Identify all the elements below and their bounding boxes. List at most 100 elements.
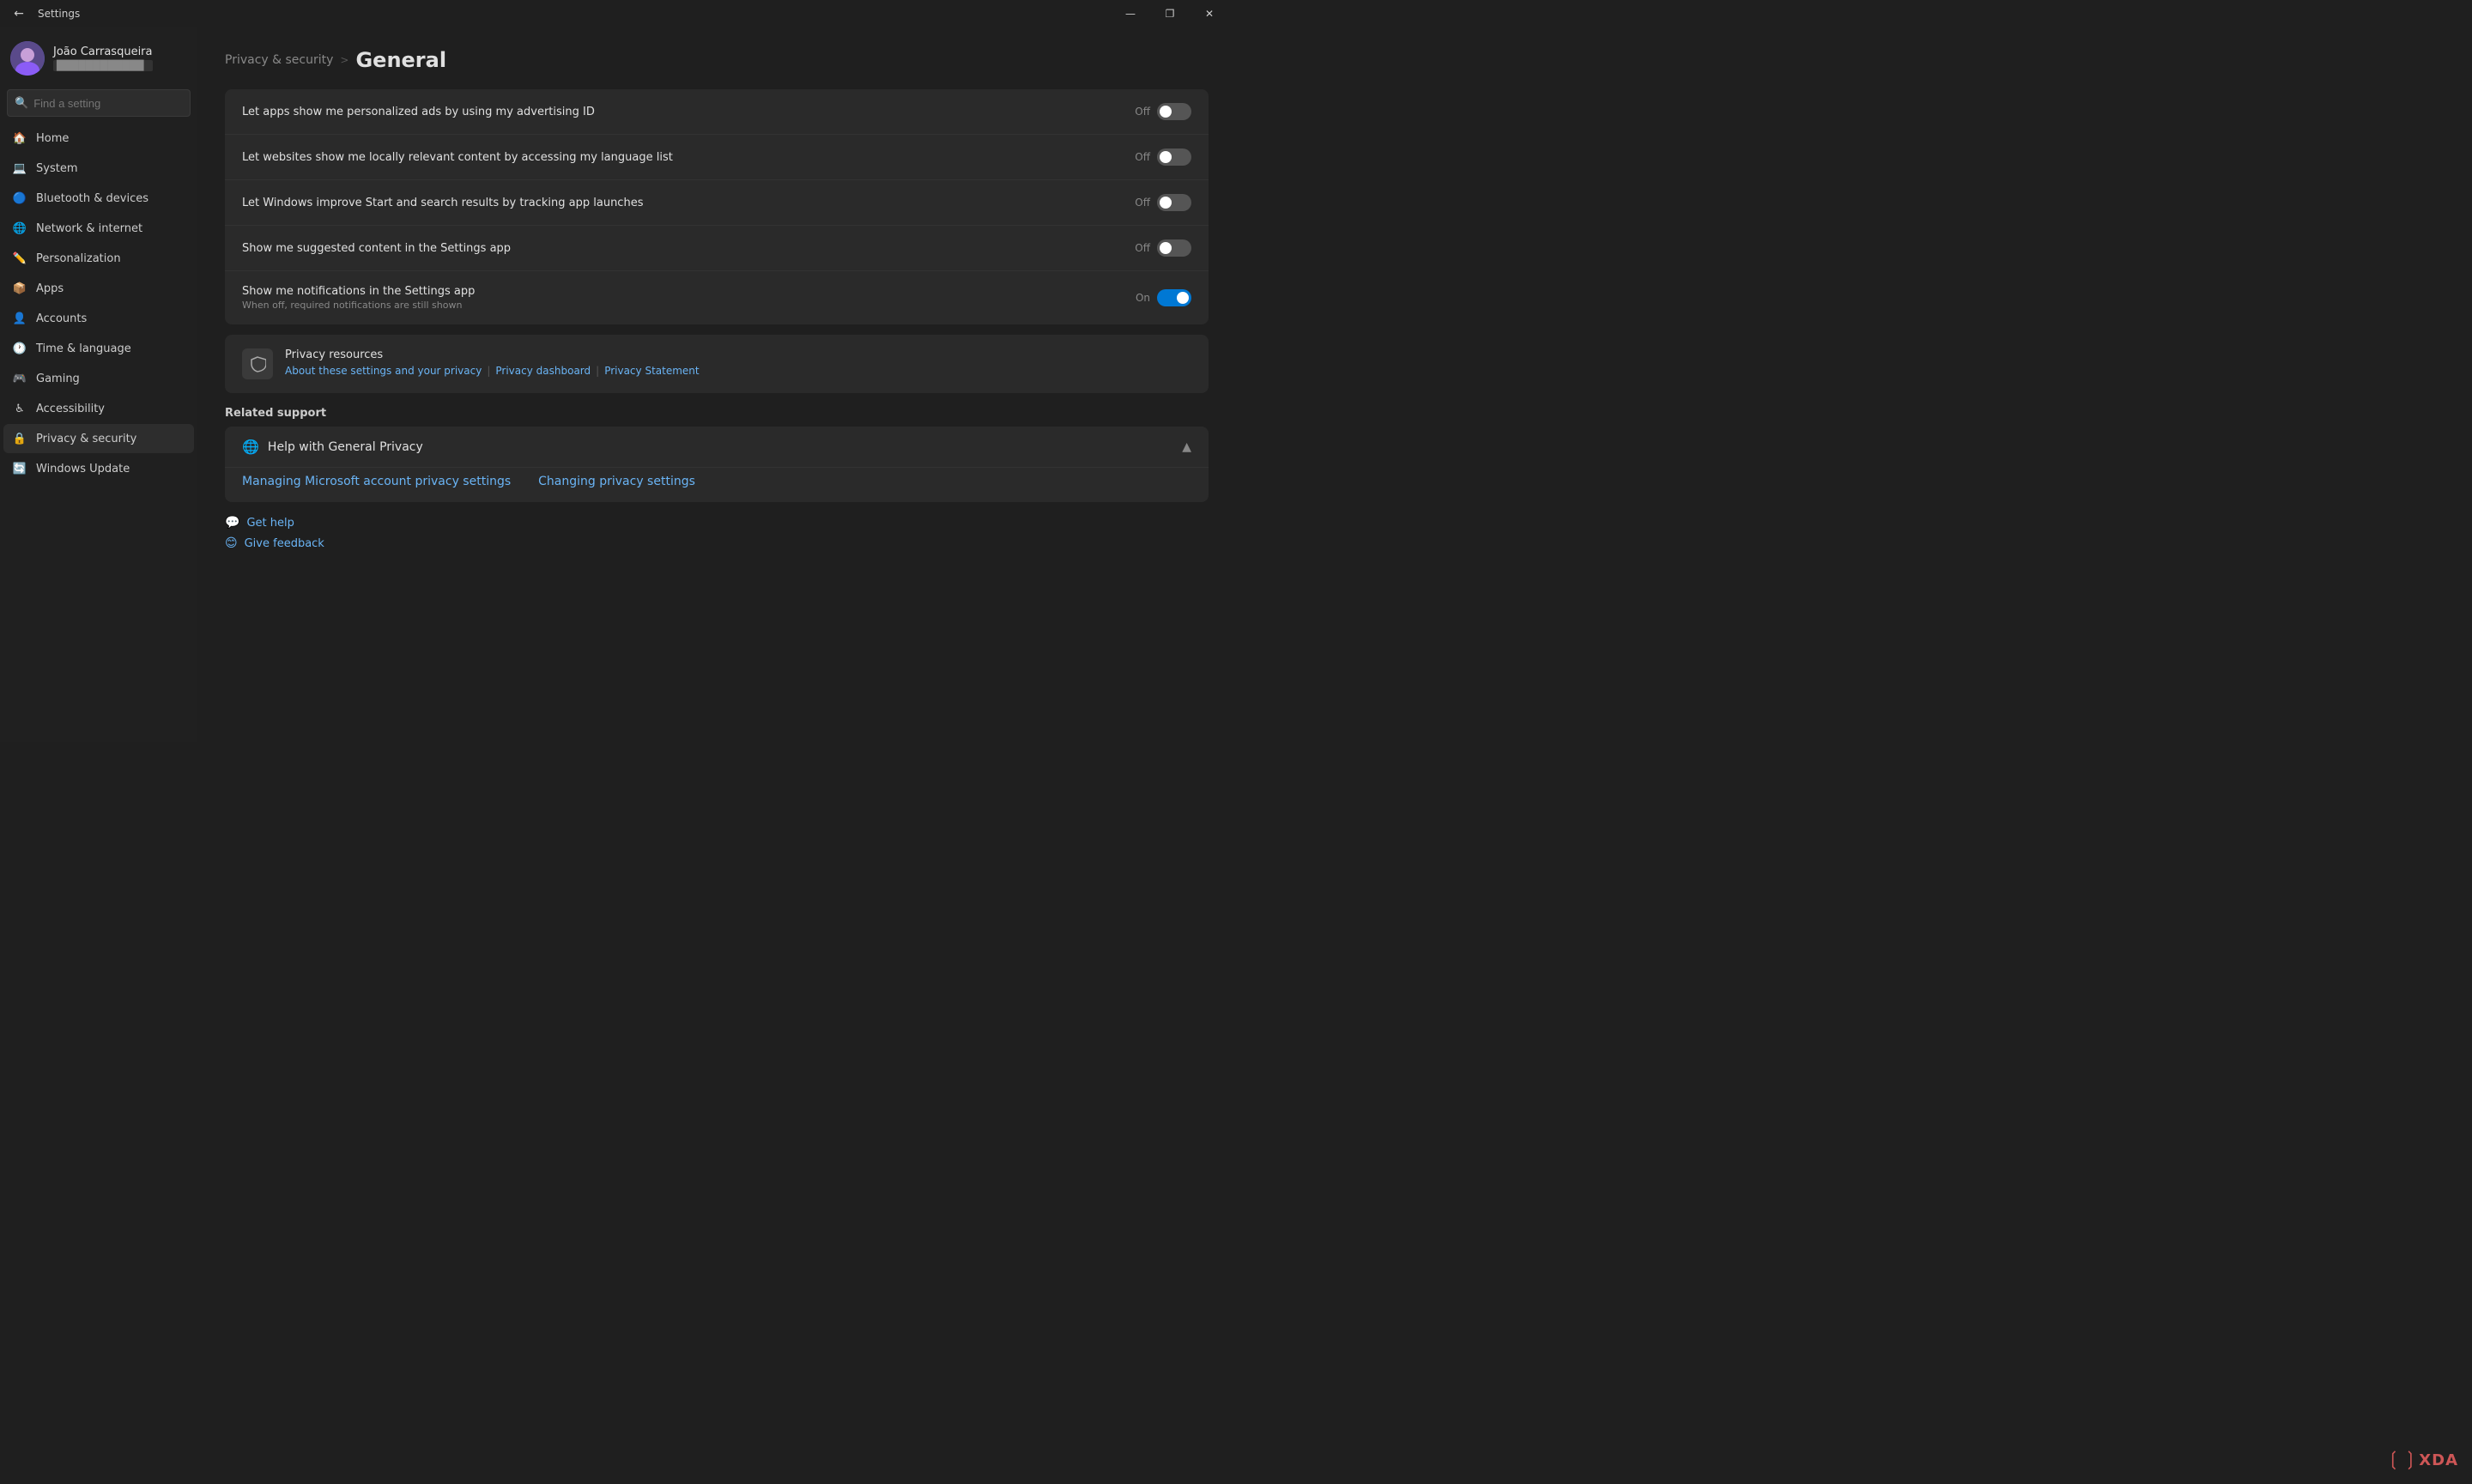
breadcrumb-separator: > (340, 54, 348, 66)
chevron-up-icon: ▲ (1182, 440, 1191, 454)
search-box[interactable]: 🔍 (7, 89, 191, 117)
sidebar: João Carrasqueira ████████████ 🔍 🏠 Home … (0, 27, 197, 742)
sidebar-item-privacy[interactable]: 🔒 Privacy & security (3, 424, 194, 453)
privacy-resources-row: Privacy resources About these settings a… (225, 335, 1209, 393)
user-name: João Carrasqueira (53, 45, 153, 58)
setting-label-notifications: Show me notifications in the Settings ap… (242, 285, 1122, 298)
nav-label-update: Windows Update (36, 463, 130, 475)
setting-row-suggestions: Show me suggested content in the Setting… (225, 226, 1209, 271)
toggle-state-tracking: Off (1135, 197, 1150, 209)
shield-icon (242, 348, 273, 379)
toggle-wrap-tracking: Off (1135, 194, 1191, 211)
toggle-suggestions[interactable] (1157, 239, 1191, 257)
sidebar-item-home[interactable]: 🏠 Home (3, 124, 194, 153)
title-bar: ← Settings — ❐ ✕ (0, 0, 1236, 27)
nav-label-time: Time & language (36, 342, 131, 355)
nav-icon-personalization: ✏️ (12, 251, 27, 266)
setting-label-ads: Let apps show me personalized ads by usi… (242, 106, 1121, 118)
support-body: Managing Microsoft account privacy setti… (225, 467, 1209, 502)
toggle-tracking[interactable] (1157, 194, 1191, 211)
user-profile[interactable]: João Carrasqueira ████████████ (0, 27, 197, 86)
privacy-resources-card: Privacy resources About these settings a… (225, 335, 1209, 393)
watermark: ❲❳XDA (2385, 1449, 2458, 1470)
sidebar-item-system[interactable]: 💻 System (3, 154, 194, 183)
toggle-language[interactable] (1157, 148, 1191, 166)
setting-info-notifications: Show me notifications in the Settings ap… (242, 285, 1136, 311)
sidebar-item-apps[interactable]: 📦 Apps (3, 274, 194, 303)
setting-label-language: Let websites show me locally relevant co… (242, 151, 1121, 164)
privacy-resources-info: Privacy resources About these settings a… (285, 348, 700, 377)
main-content: Privacy & security > General Let apps sh… (197, 27, 1236, 742)
privacy-link-statement[interactable]: Privacy Statement (604, 365, 699, 377)
breadcrumb-parent: Privacy & security (225, 53, 333, 67)
sidebar-item-gaming[interactable]: 🎮 Gaming (3, 364, 194, 393)
privacy-resources-links: About these settings and your privacy | Pr… (285, 365, 700, 377)
give-feedback-label: Give feedback (245, 537, 324, 550)
sidebar-item-accessibility[interactable]: ♿ Accessibility (3, 394, 194, 423)
nav-label-gaming: Gaming (36, 373, 80, 385)
toggle-state-language: Off (1135, 151, 1150, 163)
give-feedback-link[interactable]: 😊 Give feedback (225, 536, 1209, 550)
setting-info-language: Let websites show me locally relevant co… (242, 151, 1135, 164)
toggle-state-notifications: On (1136, 292, 1150, 304)
settings-card: Let apps show me personalized ads by usi… (225, 89, 1209, 324)
sidebar-item-accounts[interactable]: 👤 Accounts (3, 304, 194, 333)
user-subtitle: ████████████ (53, 60, 153, 71)
toggle-wrap-ads: Off (1135, 103, 1191, 120)
sidebar-item-bluetooth[interactable]: 🔵 Bluetooth & devices (3, 184, 194, 213)
setting-info-ads: Let apps show me personalized ads by usi… (242, 106, 1135, 118)
nav-icon-network: 🌐 (12, 221, 27, 236)
support-header[interactable]: 🌐 Help with General Privacy ▲ (225, 427, 1209, 467)
nav-icon-time: 🕐 (12, 341, 27, 356)
nav-icon-accessibility: ♿ (12, 401, 27, 416)
support-link-manage[interactable]: Managing Microsoft account privacy setti… (242, 475, 511, 488)
setting-label-suggestions: Show me suggested content in the Setting… (242, 242, 1121, 255)
toggle-wrap-notifications: On (1136, 289, 1191, 306)
breadcrumb-current: General (355, 48, 446, 72)
toggle-wrap-suggestions: Off (1135, 239, 1191, 257)
nav-label-system: System (36, 162, 77, 175)
nav-icon-update: 🔄 (12, 461, 27, 476)
privacy-resources-title: Privacy resources (285, 348, 700, 361)
title-bar-title: Settings (38, 8, 80, 20)
maximize-button[interactable]: ❐ (1150, 0, 1190, 27)
search-input[interactable] (28, 97, 190, 110)
sidebar-item-time[interactable]: 🕐 Time & language (3, 334, 194, 363)
setting-row-ads: Let apps show me personalized ads by usi… (225, 89, 1209, 135)
nav-label-network: Network & internet (36, 222, 142, 235)
footer-links: 💬 Get help 😊 Give feedback (225, 516, 1209, 550)
toggle-notifications[interactable] (1157, 289, 1191, 306)
minimize-button[interactable]: — (1111, 0, 1150, 27)
back-button[interactable]: ← (7, 2, 31, 26)
search-icon: 🔍 (15, 97, 28, 110)
support-link-change[interactable]: Changing privacy settings (538, 475, 695, 488)
setting-label-tracking: Let Windows improve Start and search res… (242, 197, 1121, 209)
privacy-link-dashboard[interactable]: Privacy dashboard (495, 365, 591, 377)
support-card: 🌐 Help with General Privacy ▲ Managing M… (225, 427, 1209, 502)
sidebar-item-network[interactable]: 🌐 Network & internet (3, 214, 194, 243)
nav-label-personalization: Personalization (36, 252, 121, 265)
window-controls: — ❐ ✕ (1111, 0, 1229, 27)
help-icon: 💬 (225, 516, 239, 530)
toggle-wrap-language: Off (1135, 148, 1191, 166)
nav-icon-privacy: 🔒 (12, 431, 27, 446)
get-help-link[interactable]: 💬 Get help (225, 516, 1209, 530)
sidebar-item-update[interactable]: 🔄 Windows Update (3, 454, 194, 483)
link-separator-2: | (596, 365, 599, 377)
setting-sublabel-notifications: When off, required notifications are sti… (242, 300, 1122, 311)
setting-row-language: Let websites show me locally relevant co… (225, 135, 1209, 180)
privacy-link-about[interactable]: About these settings and your privacy (285, 365, 482, 377)
nav-list: 🏠 Home 💻 System 🔵 Bluetooth & devices 🌐 … (0, 124, 197, 484)
support-section-title: Help with General Privacy (268, 440, 423, 454)
nav-icon-home: 🏠 (12, 130, 27, 146)
close-button[interactable]: ✕ (1190, 0, 1229, 27)
nav-label-accounts: Accounts (36, 312, 87, 325)
toggle-ads[interactable] (1157, 103, 1191, 120)
sidebar-item-personalization[interactable]: ✏️ Personalization (3, 244, 194, 273)
nav-label-bluetooth: Bluetooth & devices (36, 192, 148, 205)
setting-row-tracking: Let Windows improve Start and search res… (225, 180, 1209, 226)
nav-icon-gaming: 🎮 (12, 371, 27, 386)
globe-icon: 🌐 (242, 439, 259, 455)
nav-label-home: Home (36, 132, 69, 145)
user-info: João Carrasqueira ████████████ (53, 45, 153, 71)
